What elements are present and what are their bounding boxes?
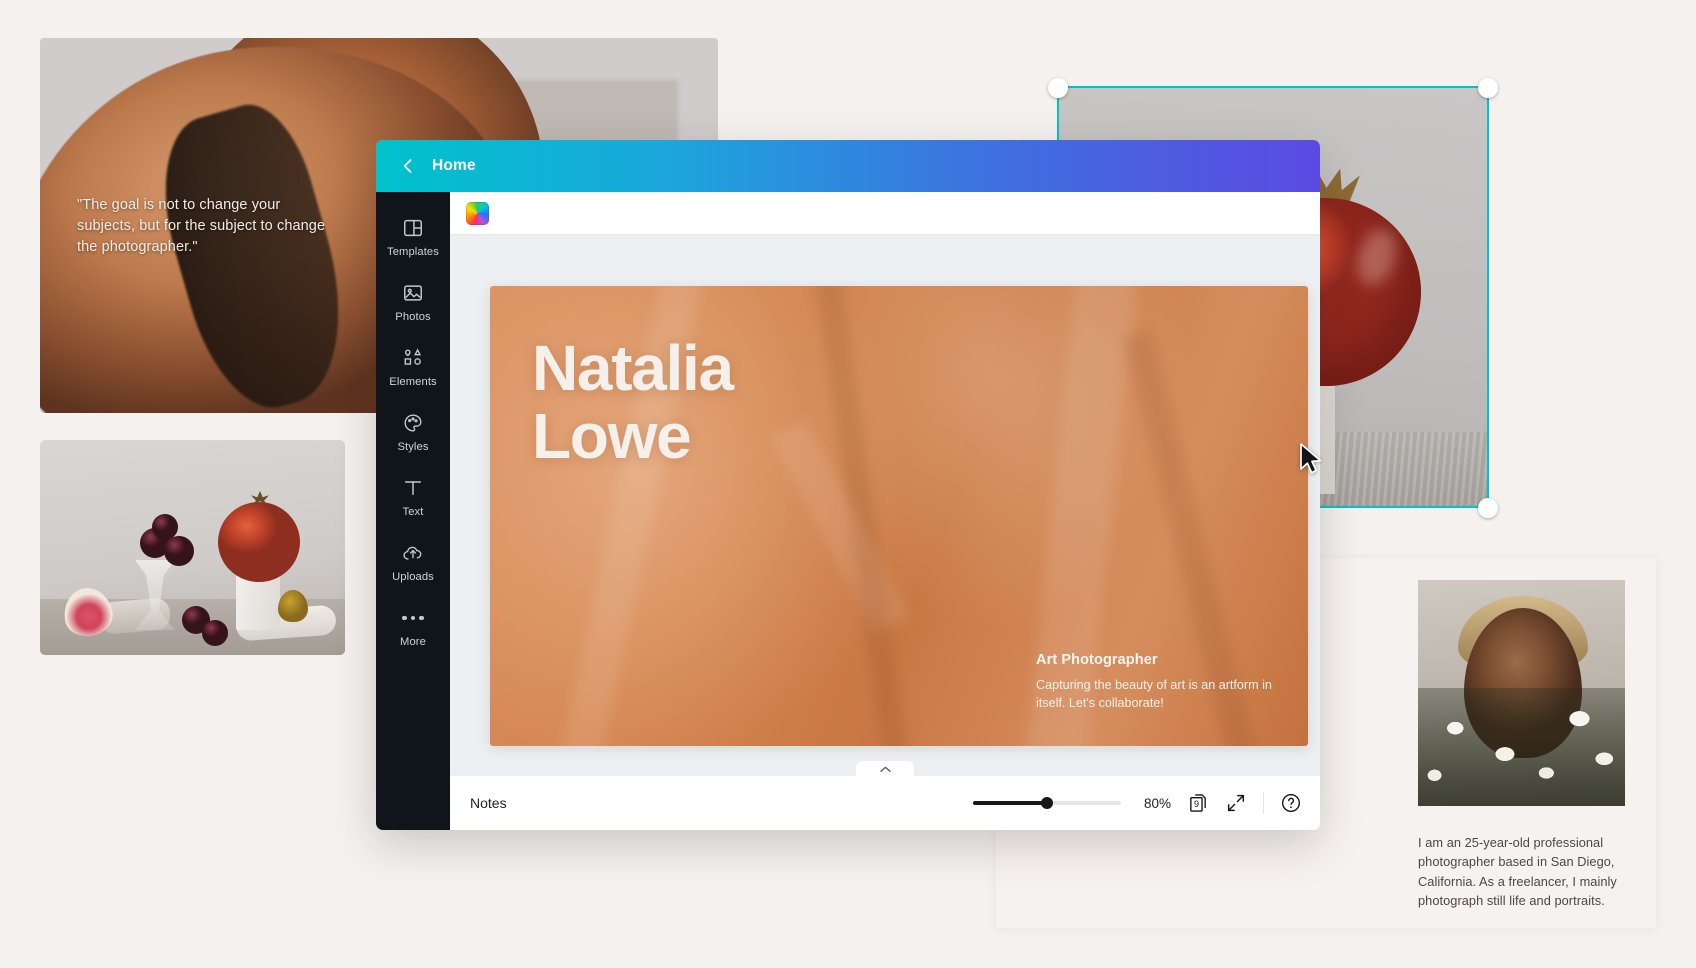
resize-handle-top-right[interactable] [1478, 78, 1498, 98]
slide-title-line-1: Natalia [532, 332, 734, 404]
more-icon [402, 607, 424, 629]
sidebar-item-label: Templates [387, 246, 439, 258]
sidebar-item-label: Text [402, 506, 424, 518]
notes-bar: Notes 80% 9 [450, 761, 1320, 830]
sidebar-item-label: Elements [389, 376, 437, 388]
uploads-icon [403, 546, 422, 560]
elements-icon [404, 348, 422, 365]
bio-text: I am an 25-year-old professional photogr… [1418, 835, 1617, 909]
sidebar-item-label: More [400, 636, 426, 648]
photos-icon [404, 285, 422, 301]
still-life-pomegranate [218, 502, 300, 582]
slide-caption[interactable]: Art Photographer Capturing the beauty of… [1036, 652, 1282, 712]
sidebar: Templates Photos Elements Styles Text Up… [376, 192, 450, 830]
app-body: Templates Photos Elements Styles Text Up… [376, 192, 1320, 830]
sidebar-item-uploads[interactable]: Uploads [376, 529, 450, 594]
bio-photo-flowers [1418, 688, 1625, 806]
app-header: Home [376, 140, 1320, 192]
zoom-slider-fill [973, 801, 1047, 805]
sidebar-item-label: Uploads [392, 571, 434, 583]
caption-body: Capturing the beauty of art is an artfor… [1036, 678, 1272, 710]
still-life-grape [152, 514, 178, 540]
slide-title[interactable]: Natalia Lowe [532, 334, 1092, 471]
slide[interactable]: Natalia Lowe Art Photographer Capturing … [490, 286, 1308, 746]
canvas-area[interactable]: Natalia Lowe Art Photographer Capturing … [450, 235, 1320, 775]
chevron-left-icon[interactable] [398, 156, 418, 176]
text-icon [404, 481, 422, 496]
sidebar-item-label: Photos [395, 311, 431, 323]
still-life-photo[interactable] [40, 440, 345, 655]
notes-label[interactable]: Notes [470, 795, 507, 811]
pages-count: 9 [1193, 799, 1199, 809]
bio-photo[interactable] [1418, 580, 1625, 806]
still-life-grape [164, 536, 194, 566]
hero-quote-text: "The goal is not to change your subjects… [77, 197, 326, 256]
still-life-plinth [236, 574, 280, 630]
sidebar-item-templates[interactable]: Templates [376, 204, 450, 269]
resize-handle-top-left[interactable] [1048, 78, 1068, 98]
resize-handle-bottom-right[interactable] [1478, 498, 1498, 518]
slide-title-line-2: Lowe [532, 400, 692, 473]
styles-icon [404, 414, 422, 432]
sidebar-item-elements[interactable]: Elements [376, 334, 450, 399]
color-wheel-icon[interactable] [466, 201, 489, 225]
sidebar-item-label: Styles [397, 441, 429, 453]
zoom-slider-thumb[interactable] [1041, 797, 1053, 809]
editor-panel: Natalia Lowe Art Photographer Capturing … [450, 192, 1320, 830]
still-life-fig [278, 590, 308, 622]
notes-collapse-tab[interactable] [856, 761, 914, 777]
zoom-slider[interactable] [973, 797, 1121, 809]
zoom-controls: 80% 9 [973, 792, 1302, 814]
sidebar-item-more[interactable]: More [376, 594, 450, 659]
toolbar-divider [1263, 792, 1264, 814]
still-life-grape [202, 620, 228, 646]
question-mark-icon[interactable] [1280, 792, 1302, 814]
editor-toolbar [450, 192, 1320, 235]
caption-heading: Art Photographer [1036, 652, 1158, 669]
pages-icon[interactable]: 9 [1187, 792, 1209, 814]
canvas-stage: "The goal is not to change your subjects… [0, 0, 1696, 968]
sidebar-item-photos[interactable]: Photos [376, 269, 450, 334]
chevron-up-icon [879, 766, 891, 772]
sidebar-item-text[interactable]: Text [376, 464, 450, 529]
expand-arrows-icon[interactable] [1225, 792, 1247, 814]
app-window: Home Templates Photos Elements Styles Te… [376, 140, 1320, 830]
templates-icon [404, 219, 422, 237]
sidebar-item-styles[interactable]: Styles [376, 399, 450, 464]
zoom-value: 80% [1143, 795, 1171, 811]
home-title: Home [432, 157, 476, 174]
